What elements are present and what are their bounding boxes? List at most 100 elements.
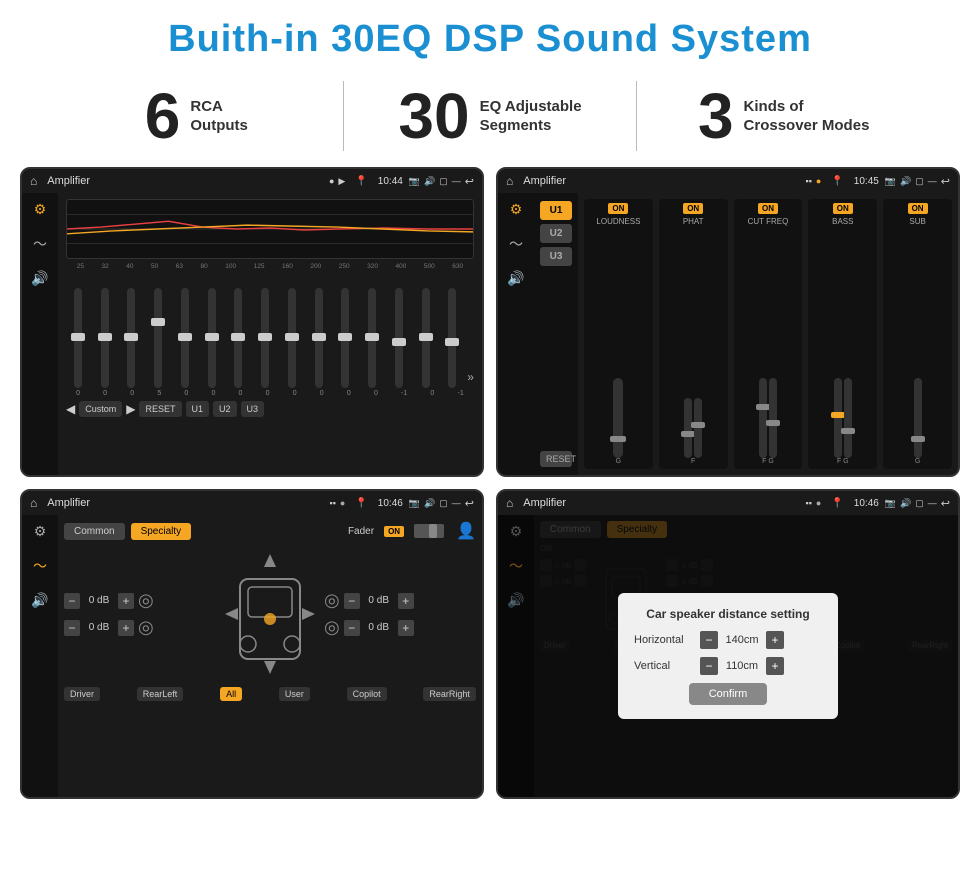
- back-icon-4[interactable]: ↩: [941, 497, 950, 510]
- home-icon-3[interactable]: ⌂: [30, 496, 37, 510]
- eq-sidebar-icon-volume[interactable]: 🔊: [31, 270, 48, 287]
- eq-u2-btn[interactable]: U2: [213, 401, 237, 417]
- dialog-confirm-button[interactable]: Confirm: [689, 683, 768, 705]
- dialog-vertical-plus[interactable]: +: [766, 657, 784, 675]
- eq-sidebar-icon-wave[interactable]: 〜: [33, 234, 47, 254]
- amp2-u3-btn[interactable]: U3: [540, 247, 572, 266]
- fader-left-bot-plus[interactable]: +: [118, 620, 134, 636]
- amp2-icon-wave[interactable]: 〜: [509, 234, 523, 254]
- eq-track-7[interactable]: [261, 288, 269, 388]
- bass-thumb1: [831, 412, 845, 418]
- fader-right-top-minus[interactable]: −: [344, 593, 360, 609]
- sub-slider[interactable]: [914, 378, 922, 458]
- eq-reset-btn[interactable]: RESET: [139, 401, 181, 417]
- eq-slider-6: [227, 288, 251, 390]
- eq-custom-btn[interactable]: Custom: [79, 401, 122, 417]
- back-icon-2[interactable]: ↩: [941, 175, 950, 188]
- freq-50: 50: [151, 263, 158, 270]
- fader-tab-common[interactable]: Common: [64, 523, 125, 540]
- eq-val-10: 0: [347, 390, 351, 397]
- fader-content: ⚙ 〜 🔊 Common Specialty Fader ON 👤: [22, 515, 482, 797]
- amp2-reset-btn[interactable]: RESET: [540, 451, 572, 467]
- eq-slider-7: [253, 288, 277, 390]
- amp2-icon-tune[interactable]: ⚙: [510, 201, 523, 218]
- eq-track-1[interactable]: [101, 288, 109, 388]
- fader-left-bot-minus[interactable]: −: [64, 620, 80, 636]
- fader-right-bot-plus[interactable]: +: [398, 620, 414, 636]
- fader-main: Common Specialty Fader ON 👤 −: [58, 515, 482, 797]
- screen3-time: 10:46: [378, 498, 403, 509]
- amp2-u2-btn[interactable]: U2: [540, 224, 572, 243]
- bass-slider2[interactable]: [844, 378, 852, 458]
- fader-tab-specialty[interactable]: Specialty: [131, 523, 192, 540]
- eq-slider-3: [146, 288, 170, 390]
- fader-btn-copilot[interactable]: Copilot: [347, 687, 387, 701]
- eq-u3-btn[interactable]: U3: [241, 401, 265, 417]
- box-icon-2: ▢: [915, 176, 924, 187]
- dialog-horizontal-minus[interactable]: −: [700, 631, 718, 649]
- minus-icon-2: —: [928, 176, 937, 186]
- phat-slider1[interactable]: [684, 398, 692, 458]
- expand-icon[interactable]: »: [467, 370, 474, 390]
- eq-track-8[interactable]: [288, 288, 296, 388]
- stat-divider-1: [343, 81, 344, 151]
- loudness-slider-g[interactable]: [613, 378, 623, 458]
- eq-track-5[interactable]: [208, 288, 216, 388]
- eq-prev-icon[interactable]: ◀: [66, 402, 75, 416]
- eq-track-6[interactable]: [234, 288, 242, 388]
- fader-right-bot-minus[interactable]: −: [344, 620, 360, 636]
- home-icon-1[interactable]: ⌂: [30, 174, 37, 188]
- fader-btn-rearleft[interactable]: RearLeft: [137, 687, 184, 701]
- screen1-title: Amplifier: [47, 175, 323, 187]
- fader-btn-rearright[interactable]: RearRight: [423, 687, 476, 701]
- eq-track-3[interactable]: [154, 288, 162, 388]
- eq-sidebar-icon-tune[interactable]: ⚙: [34, 201, 47, 218]
- pin-icon-4: 📍: [831, 498, 843, 509]
- fader-right-top-plus[interactable]: +: [398, 593, 414, 609]
- amp2-sidebar: ⚙ 〜 🔊: [498, 193, 534, 475]
- screen1-time: 10:44: [378, 176, 403, 187]
- dialog-horizontal-plus[interactable]: +: [766, 631, 784, 649]
- dialog-vertical-stepper: − 110cm +: [700, 657, 784, 675]
- eq-track-11[interactable]: [368, 288, 376, 388]
- fader-icon-tune[interactable]: ⚙: [34, 523, 47, 540]
- eq-track-4[interactable]: [181, 288, 189, 388]
- eq-val-8: 0: [293, 390, 297, 397]
- eq-track-10[interactable]: [341, 288, 349, 388]
- bass-slider1[interactable]: [834, 378, 842, 458]
- eq-track-14[interactable]: [448, 288, 456, 388]
- home-icon-2[interactable]: ⌂: [506, 174, 513, 188]
- minus-icon-4: —: [928, 498, 937, 508]
- eq-track-12[interactable]: [395, 288, 403, 388]
- fader-btn-all[interactable]: All: [220, 687, 242, 701]
- status-right-icons-4: 📷 🔊 ▢ — ↩: [885, 497, 950, 510]
- fader-icon-vol[interactable]: 🔊: [31, 592, 48, 609]
- back-icon-3[interactable]: ↩: [465, 497, 474, 510]
- cutfreq-slider2[interactable]: [769, 378, 777, 458]
- eq-val-14: -1: [458, 390, 464, 397]
- eq-track-2[interactable]: [127, 288, 135, 388]
- phat-slider2[interactable]: [694, 398, 702, 458]
- fader-icon-wave[interactable]: 〜: [33, 556, 47, 576]
- amp2-u1-btn[interactable]: U1: [540, 201, 572, 220]
- amp2-icon-vol[interactable]: 🔊: [507, 270, 524, 287]
- screen4-time: 10:46: [854, 498, 879, 509]
- eq-track-9[interactable]: [315, 288, 323, 388]
- fader-left-top-minus[interactable]: −: [64, 593, 80, 609]
- eq-track-0[interactable]: [74, 288, 82, 388]
- eq-next-icon[interactable]: ▶: [126, 402, 135, 416]
- fader-left-top-plus[interactable]: +: [118, 593, 134, 609]
- phat-on: ON: [683, 203, 703, 214]
- bass-fg-label: F G: [837, 458, 849, 465]
- fader-slider-mini[interactable]: [414, 524, 444, 538]
- fader-btn-driver[interactable]: Driver: [64, 687, 100, 701]
- cutfreq-slider1[interactable]: [759, 378, 767, 458]
- fader-btn-user[interactable]: User: [279, 687, 310, 701]
- eq-u1-btn[interactable]: U1: [186, 401, 210, 417]
- cutfreq-thumb1: [756, 404, 770, 410]
- back-icon-1[interactable]: ↩: [465, 175, 474, 188]
- dialog-vertical-minus[interactable]: −: [700, 657, 718, 675]
- home-icon-4[interactable]: ⌂: [506, 496, 513, 510]
- eq-slider-8: [280, 288, 304, 390]
- eq-track-13[interactable]: [422, 288, 430, 388]
